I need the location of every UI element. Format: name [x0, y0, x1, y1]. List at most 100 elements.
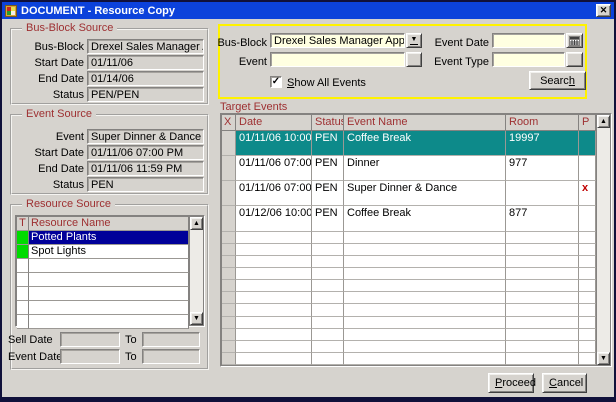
- event-date-to-field[interactable]: [142, 349, 200, 364]
- cell-room: [506, 292, 579, 304]
- resource-flag-empty: [17, 259, 29, 273]
- resource-row[interactable]: [17, 287, 189, 301]
- cell-p: [579, 317, 596, 329]
- app-icon: [5, 5, 17, 17]
- cell-x: [222, 206, 236, 231]
- table-row[interactable]: 01/11/06 10:00 AMPENCoffee Break19997: [222, 131, 596, 156]
- sell-date-to-field[interactable]: [142, 332, 200, 347]
- cell-name: Coffee Break: [344, 131, 506, 156]
- sp-bus-block-input[interactable]: Drexel Sales Manager Appreciati: [270, 33, 405, 48]
- cell-p: [579, 256, 596, 268]
- resource-header-t: T: [17, 217, 29, 231]
- es-status-field: PEN: [87, 177, 204, 192]
- resource-flag-empty: [17, 315, 29, 329]
- scroll-up-icon[interactable]: ▲: [190, 217, 203, 230]
- table-row[interactable]: 01/12/06 10:00 AMPENCoffee Break877: [222, 206, 596, 231]
- table-row[interactable]: [222, 232, 596, 244]
- bus-block-dropdown-button[interactable]: ▼: [406, 33, 422, 48]
- resource-copy-window: DOCUMENT - Resource Copy ✕ Bus-Block Sou…: [0, 0, 616, 402]
- resource-row[interactable]: [17, 315, 189, 329]
- event-lov-button[interactable]: [406, 52, 422, 67]
- cell-room: [506, 317, 579, 329]
- table-row[interactable]: [222, 304, 596, 316]
- target-events-scrollbar[interactable]: ▲ ▼: [596, 114, 611, 366]
- sp-event-date-input[interactable]: [492, 33, 565, 48]
- close-icon[interactable]: ✕: [596, 4, 611, 17]
- cell-status: PEN: [312, 131, 344, 156]
- cell-p: [579, 156, 596, 181]
- table-row[interactable]: [222, 353, 596, 365]
- cell-x: [222, 232, 236, 244]
- bus-block-source-title: Bus-Block Source: [22, 22, 117, 34]
- cell-room: [506, 256, 579, 268]
- cell-date: [236, 304, 312, 316]
- scroll-down-icon[interactable]: ▼: [190, 312, 203, 325]
- resource-row[interactable]: [17, 259, 189, 273]
- sp-event-type-input[interactable]: [492, 52, 565, 67]
- cancel-button[interactable]: Cancel: [542, 373, 587, 393]
- cell-room: [506, 268, 579, 280]
- target-events-header: X Date Status Event Name Room P: [222, 115, 596, 131]
- sp-event-input[interactable]: [270, 52, 405, 67]
- resource-name-cell: [29, 301, 189, 315]
- table-row[interactable]: [222, 244, 596, 256]
- table-row[interactable]: [222, 292, 596, 304]
- resource-name-cell: Spot Lights: [29, 245, 189, 259]
- table-row[interactable]: [222, 268, 596, 280]
- sell-date-from-field[interactable]: [60, 332, 120, 347]
- bbs-start-date-field: 01/11/06: [87, 55, 204, 70]
- cell-name: Super Dinner & Dance: [344, 181, 506, 206]
- resource-name-cell: [29, 315, 189, 329]
- scroll-up-icon[interactable]: ▲: [597, 115, 610, 128]
- sp-bus-block-label: Bus-Block: [215, 37, 267, 49]
- cell-status: [312, 256, 344, 268]
- cell-date: [236, 244, 312, 256]
- table-row[interactable]: [222, 256, 596, 268]
- cell-p: [579, 341, 596, 353]
- table-row[interactable]: [222, 317, 596, 329]
- show-all-events-checkbox[interactable]: ✓: [270, 76, 282, 88]
- resource-row[interactable]: Spot Lights: [17, 245, 189, 259]
- cell-date: [236, 317, 312, 329]
- table-row[interactable]: 01/11/06 07:00 PMPENDinner977: [222, 156, 596, 181]
- cell-room: [506, 329, 579, 341]
- scroll-down-icon[interactable]: ▼: [597, 352, 610, 365]
- event-date-to-label: To: [125, 351, 137, 363]
- es-event-label: Event: [22, 131, 84, 143]
- cell-name: [344, 304, 506, 316]
- cell-x: [222, 292, 236, 304]
- calendar-button[interactable]: [566, 33, 583, 48]
- cell-p: [579, 206, 596, 231]
- table-row[interactable]: [222, 341, 596, 353]
- show-all-events-label: Show All Events: [287, 77, 366, 89]
- cell-room: [506, 353, 579, 365]
- resource-row[interactable]: Potted Plants: [17, 231, 189, 245]
- cell-x: [222, 317, 236, 329]
- target-events-title: Target Events: [220, 101, 287, 113]
- cell-x: [222, 244, 236, 256]
- cell-status: [312, 329, 344, 341]
- cell-date: [236, 341, 312, 353]
- cell-status: [312, 353, 344, 365]
- event-date-from-field[interactable]: [60, 349, 120, 364]
- cell-date: [236, 353, 312, 365]
- event-type-lov-button[interactable]: [566, 52, 583, 67]
- resource-row[interactable]: [17, 273, 189, 287]
- resource-source-title: Resource Source: [22, 198, 115, 210]
- proceed-button[interactable]: Proceed: [488, 373, 534, 393]
- header-x: X: [222, 115, 236, 131]
- search-button[interactable]: Search: [529, 71, 586, 90]
- table-row[interactable]: [222, 329, 596, 341]
- cell-x: [222, 353, 236, 365]
- es-start-date-field: 01/11/06 07:00 PM: [87, 145, 204, 160]
- table-row[interactable]: 01/11/06 07:00 PMPEN Super Dinner & Danc…: [222, 181, 596, 206]
- resource-row[interactable]: [17, 301, 189, 315]
- cell-status: [312, 244, 344, 256]
- cell-p: [579, 292, 596, 304]
- cell-name: [344, 341, 506, 353]
- table-row[interactable]: [222, 280, 596, 292]
- resource-table-scrollbar[interactable]: ▲ ▼: [189, 216, 204, 326]
- cell-room: [506, 341, 579, 353]
- cell-date: [236, 268, 312, 280]
- cell-name: [344, 329, 506, 341]
